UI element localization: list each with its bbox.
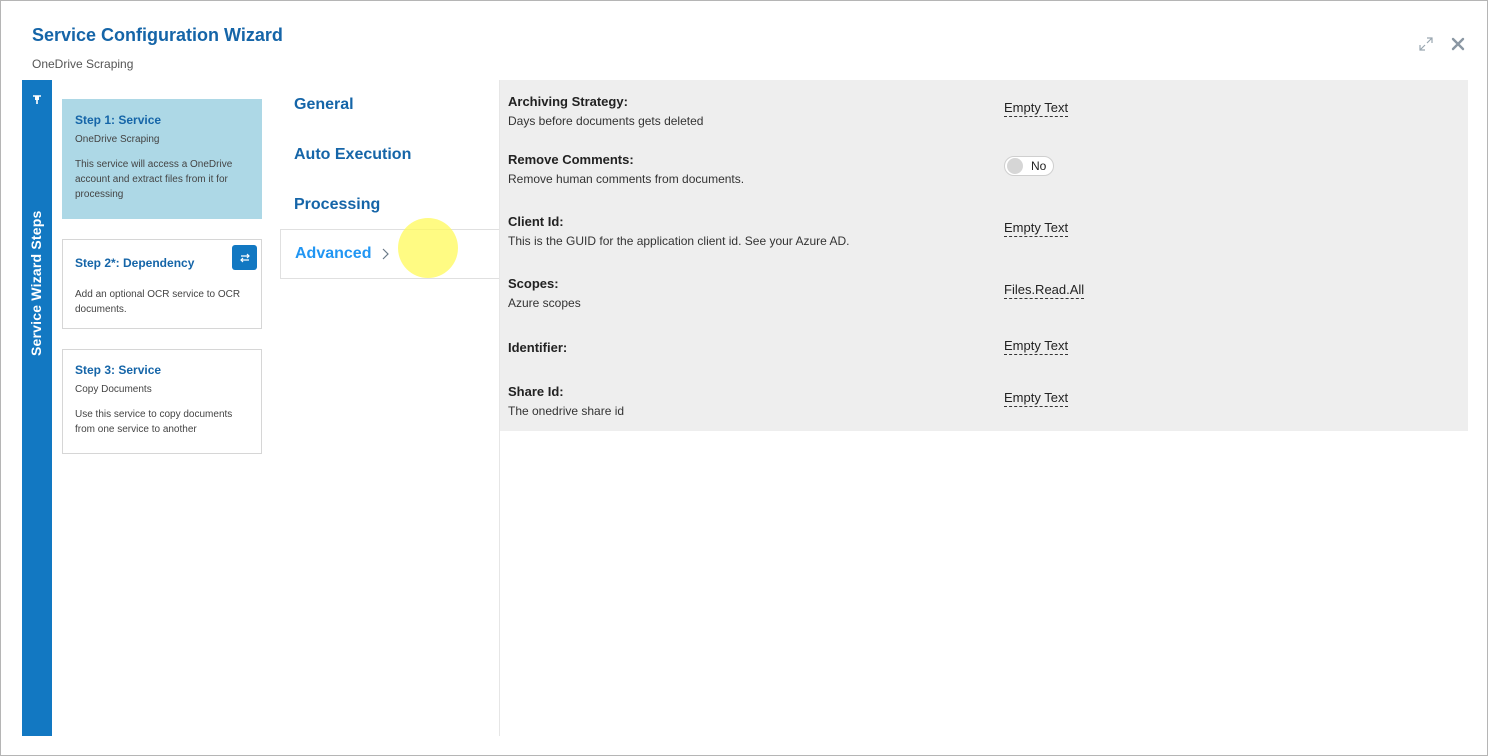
setting-label: Identifier: bbox=[508, 340, 568, 355]
nav-item-general[interactable]: General bbox=[280, 80, 500, 130]
toggle-label: No bbox=[1031, 159, 1047, 173]
nav-item-advanced[interactable]: Advanced bbox=[280, 229, 500, 279]
swap-icon bbox=[239, 253, 250, 262]
remove-comments-toggle[interactable]: No bbox=[1004, 156, 1054, 176]
page-title: Service Configuration Wizard bbox=[32, 25, 283, 45]
setting-description: Days before documents gets deleted bbox=[508, 114, 704, 128]
share-id-value[interactable]: Empty Text bbox=[1004, 390, 1069, 407]
step-title: Step 1: Service bbox=[75, 113, 162, 127]
sidebar-label: Service Wizard Steps bbox=[28, 210, 44, 357]
nav-item-auto-execution[interactable]: Auto Execution bbox=[280, 130, 500, 180]
setting-label: Remove Comments: bbox=[508, 152, 634, 167]
step-subtitle: OneDrive Scraping bbox=[75, 134, 160, 145]
swap-dependency-button[interactable] bbox=[232, 245, 257, 270]
archiving-strategy-value[interactable]: Empty Text bbox=[1004, 100, 1069, 117]
close-icon bbox=[1451, 37, 1465, 51]
setting-description: Remove human comments from documents. bbox=[508, 172, 745, 186]
setting-scopes: Scopes: Azure scopes Files.Read.All bbox=[508, 276, 1458, 310]
step-subtitle: Copy Documents bbox=[75, 384, 152, 395]
setting-identifier: Identifier: Empty Text bbox=[508, 338, 1458, 355]
setting-remove-comments: Remove Comments: Remove human comments f… bbox=[508, 152, 1458, 186]
step-description: Add an optional OCR service to OCR docum… bbox=[75, 289, 241, 315]
toggle-knob bbox=[1007, 158, 1023, 174]
setting-label: Share Id: bbox=[508, 384, 564, 399]
setting-label: Scopes: bbox=[508, 276, 559, 291]
client-id-value[interactable]: Empty Text bbox=[1004, 220, 1069, 237]
step-card-2[interactable]: Step 2*: Dependency Add an optional OCR … bbox=[62, 239, 262, 329]
setting-description: The onedrive share id bbox=[508, 404, 625, 418]
page-subtitle: OneDrive Scraping bbox=[32, 57, 134, 71]
wizard-steps-sidebar[interactable]: Service Wizard Steps bbox=[22, 80, 52, 736]
step-title: Step 3: Service bbox=[75, 363, 162, 377]
setting-client-id: Client Id: This is the GUID for the appl… bbox=[508, 214, 1458, 248]
scopes-value[interactable]: Files.Read.All bbox=[1004, 282, 1085, 299]
step-card-1[interactable]: Step 1: Service OneDrive Scraping This s… bbox=[62, 99, 262, 219]
wizard-window: Service Configuration Wizard OneDrive Sc… bbox=[0, 0, 1488, 756]
setting-label: Archiving Strategy: bbox=[508, 94, 628, 109]
nav-item-processing[interactable]: Processing bbox=[280, 180, 500, 230]
step-card-3[interactable]: Step 3: Service Copy Documents Use this … bbox=[62, 349, 262, 454]
identifier-value[interactable]: Empty Text bbox=[1004, 338, 1069, 355]
setting-label: Client Id: bbox=[508, 214, 564, 229]
advanced-settings-panel: Archiving Strategy: Days before document… bbox=[500, 80, 1468, 431]
expand-button[interactable] bbox=[1415, 33, 1437, 55]
step-title: Step 2*: Dependency bbox=[75, 256, 195, 270]
setting-description: This is the GUID for the application cli… bbox=[508, 234, 850, 248]
setting-share-id: Share Id: The onedrive share id Empty Te… bbox=[508, 384, 1458, 418]
pin-icon[interactable] bbox=[32, 94, 42, 106]
step-description: Use this service to copy documents from … bbox=[75, 409, 233, 435]
expand-icon bbox=[1419, 37, 1433, 51]
chevron-right-icon bbox=[381, 248, 390, 260]
close-button[interactable] bbox=[1447, 33, 1469, 55]
setting-archiving-strategy: Archiving Strategy: Days before document… bbox=[508, 94, 1458, 128]
setting-description: Azure scopes bbox=[508, 296, 581, 310]
step-description: This service will access a OneDrive acco… bbox=[75, 159, 233, 200]
